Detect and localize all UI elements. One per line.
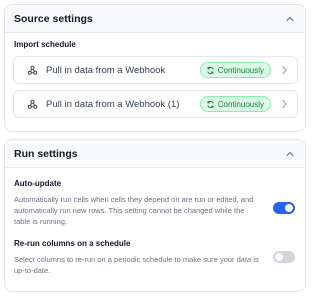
auto-update-toggle[interactable] <box>273 202 295 214</box>
source-row-label: Pull in data from a Webhook <box>46 64 166 76</box>
refresh-icon <box>206 100 215 109</box>
status-badge-label: Continuously <box>217 99 264 109</box>
chevron-up-icon[interactable] <box>283 147 297 161</box>
source-settings-title: Source settings <box>14 12 93 25</box>
run-settings-title: Run settings <box>14 147 78 160</box>
status-badge: Continuously <box>199 96 271 112</box>
refresh-icon <box>206 66 215 75</box>
toggle-knob <box>285 204 293 212</box>
rerun-toggle[interactable] <box>273 251 295 263</box>
source-settings-header[interactable]: Source settings <box>5 5 305 33</box>
source-settings-panel: Source settings Import schedule Pull in … <box>4 4 306 132</box>
rerun-title: Re-run columns on a schedule <box>14 239 131 248</box>
status-badge-label: Continuously <box>217 65 264 75</box>
source-row-label: Pull in data from a Webhook (1) <box>46 98 180 110</box>
chevron-up-icon[interactable] <box>283 12 297 26</box>
status-badge: Continuously <box>199 62 271 78</box>
webhook-icon <box>27 65 38 76</box>
import-schedule-label: Import schedule <box>14 40 76 49</box>
run-settings-panel: Run settings Auto-update Automatically r… <box>4 139 306 292</box>
run-settings-header[interactable]: Run settings <box>5 140 305 168</box>
webhook-icon <box>27 99 38 110</box>
rerun-description: Select columns to re-run on a periodic s… <box>14 255 259 275</box>
toggle-knob <box>275 253 283 261</box>
auto-update-description: Automatically run cells when cells they … <box>14 195 254 226</box>
source-row-webhook[interactable]: Pull in data from a Webhook Continuously <box>13 56 298 84</box>
chevron-right-icon[interactable] <box>279 99 289 109</box>
source-row-webhook-1[interactable]: Pull in data from a Webhook (1) Continuo… <box>13 90 298 118</box>
auto-update-title: Auto-update <box>14 179 62 188</box>
chevron-right-icon[interactable] <box>279 65 289 75</box>
